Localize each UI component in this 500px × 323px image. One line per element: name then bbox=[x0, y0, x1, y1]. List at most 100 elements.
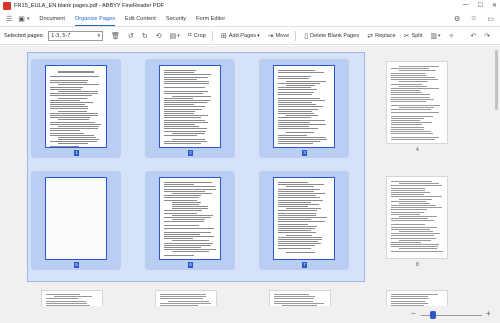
vertical-scrollbar[interactable] bbox=[493, 46, 500, 306]
text-line bbox=[164, 186, 216, 188]
close-button[interactable]: ✕ bbox=[492, 2, 497, 9]
user-icon[interactable]: ☺ bbox=[470, 15, 477, 23]
text-line bbox=[164, 197, 200, 199]
text-line bbox=[286, 115, 319, 117]
text-line bbox=[286, 208, 321, 210]
tab-document[interactable]: Document bbox=[39, 13, 65, 25]
text-line bbox=[391, 68, 429, 70]
zoom-in-button[interactable]: + bbox=[486, 309, 491, 318]
text-line bbox=[160, 302, 212, 304]
zoom-out-button[interactable]: − bbox=[411, 309, 416, 318]
text-line bbox=[164, 242, 214, 244]
chevron-down-icon[interactable]: ▾ bbox=[177, 33, 180, 39]
chat-icon[interactable]: ▭ bbox=[487, 15, 494, 23]
text-line bbox=[278, 225, 317, 227]
text-line bbox=[160, 294, 206, 295]
tab-organize-pages[interactable]: Organize Pages bbox=[74, 13, 116, 26]
hamburger-menu-icon[interactable]: ☰ bbox=[6, 15, 12, 23]
text-line bbox=[278, 138, 328, 140]
text-line bbox=[391, 220, 434, 222]
toolbar-divider bbox=[211, 31, 213, 41]
move-button[interactable]: ⇥ Move bbox=[268, 32, 290, 40]
text-line bbox=[164, 108, 202, 110]
text-line bbox=[278, 243, 321, 245]
text-line bbox=[58, 90, 98, 92]
page-thumbnail[interactable]: 1 bbox=[31, 59, 121, 158]
text-line bbox=[164, 188, 216, 190]
text-line bbox=[278, 201, 312, 203]
tab-form-editor[interactable]: Form Editor bbox=[196, 13, 225, 25]
page-thumbnail[interactable]: 6 bbox=[145, 171, 235, 270]
text-line bbox=[391, 213, 420, 215]
text-line bbox=[46, 294, 80, 295]
trash-icon[interactable]: 🗑 bbox=[111, 32, 120, 40]
text-line bbox=[391, 137, 439, 139]
page-thumbnail[interactable] bbox=[386, 176, 448, 259]
text-line bbox=[50, 117, 91, 119]
text-line bbox=[399, 248, 437, 250]
page-preview bbox=[159, 177, 221, 260]
text-line bbox=[278, 223, 308, 225]
replace-button[interactable]: ⇄ Replace bbox=[367, 32, 395, 40]
add-pages-button[interactable]: ⊞ Add Pages ▾ bbox=[221, 32, 260, 40]
page-number: 8 bbox=[416, 262, 419, 268]
gear-icon[interactable]: ⚙ bbox=[454, 15, 460, 23]
text-line bbox=[164, 195, 202, 197]
text-line bbox=[286, 80, 326, 82]
text-line bbox=[278, 245, 315, 247]
text-line bbox=[278, 72, 324, 74]
split-label: Split bbox=[411, 33, 423, 39]
rotate-settings-icon[interactable]: ⟲ bbox=[156, 32, 162, 40]
text-line bbox=[274, 296, 316, 298]
page-thumbnails-area: 1 2 3 5 6 7 4 8 bbox=[0, 46, 500, 323]
text-line bbox=[278, 78, 310, 80]
zoom-slider-thumb[interactable] bbox=[430, 311, 437, 319]
crop-button[interactable]: ⌗ Crop bbox=[188, 32, 206, 40]
undo-icon[interactable]: ↶ bbox=[470, 32, 476, 40]
chevron-down-icon: ▾ bbox=[257, 33, 260, 39]
tab-security[interactable]: Security bbox=[166, 13, 186, 25]
text-line bbox=[391, 200, 427, 202]
page-properties-icon[interactable]: ▤ bbox=[170, 32, 177, 40]
page-thumbnail[interactable]: 5 bbox=[31, 171, 121, 270]
delete-blank-pages-button[interactable]: ▯ Delete Blank Pages bbox=[304, 32, 359, 40]
page-number: 1 bbox=[74, 150, 79, 156]
rotate-left-icon[interactable]: ↺ bbox=[128, 32, 134, 40]
save-icon[interactable]: ▣ bbox=[18, 15, 25, 23]
chevron-down-icon[interactable]: ▾ bbox=[438, 33, 441, 39]
text-line bbox=[278, 117, 312, 119]
text-line bbox=[50, 80, 88, 81]
page-layout-icon[interactable]: ▥ bbox=[430, 32, 437, 40]
maximize-button[interactable]: ☐ bbox=[478, 2, 483, 9]
minimize-button[interactable]: — bbox=[463, 2, 469, 9]
text-line bbox=[391, 235, 434, 237]
text-line bbox=[50, 134, 94, 136]
chevron-down-icon[interactable]: ▾ bbox=[27, 16, 30, 22]
text-line bbox=[391, 209, 427, 211]
text-line bbox=[278, 97, 320, 99]
redo-icon[interactable]: ↷ bbox=[484, 32, 490, 40]
selected-pages-input[interactable]: 1-3, 5-7 ▾ bbox=[48, 31, 104, 41]
scrollbar-thumb[interactable] bbox=[495, 50, 498, 110]
split-button[interactable]: ✂ Split bbox=[404, 32, 423, 40]
page-thumbnail[interactable]: 3 bbox=[259, 59, 349, 158]
page-thumbnail[interactable] bbox=[386, 61, 448, 144]
text-line bbox=[391, 300, 425, 302]
magic-wand-icon[interactable]: ✧ bbox=[449, 32, 455, 40]
text-line bbox=[391, 72, 426, 74]
text-line bbox=[391, 185, 442, 187]
text-line bbox=[278, 82, 321, 84]
text-line bbox=[391, 228, 431, 230]
text-line bbox=[286, 234, 313, 236]
rotate-right-icon[interactable]: ↻ bbox=[142, 32, 148, 40]
page-thumbnail[interactable]: 2 bbox=[145, 59, 235, 158]
text-line bbox=[391, 119, 420, 121]
text-line bbox=[278, 214, 317, 216]
selected-pages-label: Selected pages: bbox=[4, 33, 45, 39]
text-line bbox=[50, 141, 97, 143]
text-line bbox=[164, 121, 208, 123]
text-line bbox=[399, 81, 429, 83]
text-line bbox=[164, 190, 206, 192]
tab-edit-content[interactable]: Edit Content bbox=[125, 13, 156, 25]
page-thumbnail[interactable]: 7 bbox=[259, 171, 349, 270]
